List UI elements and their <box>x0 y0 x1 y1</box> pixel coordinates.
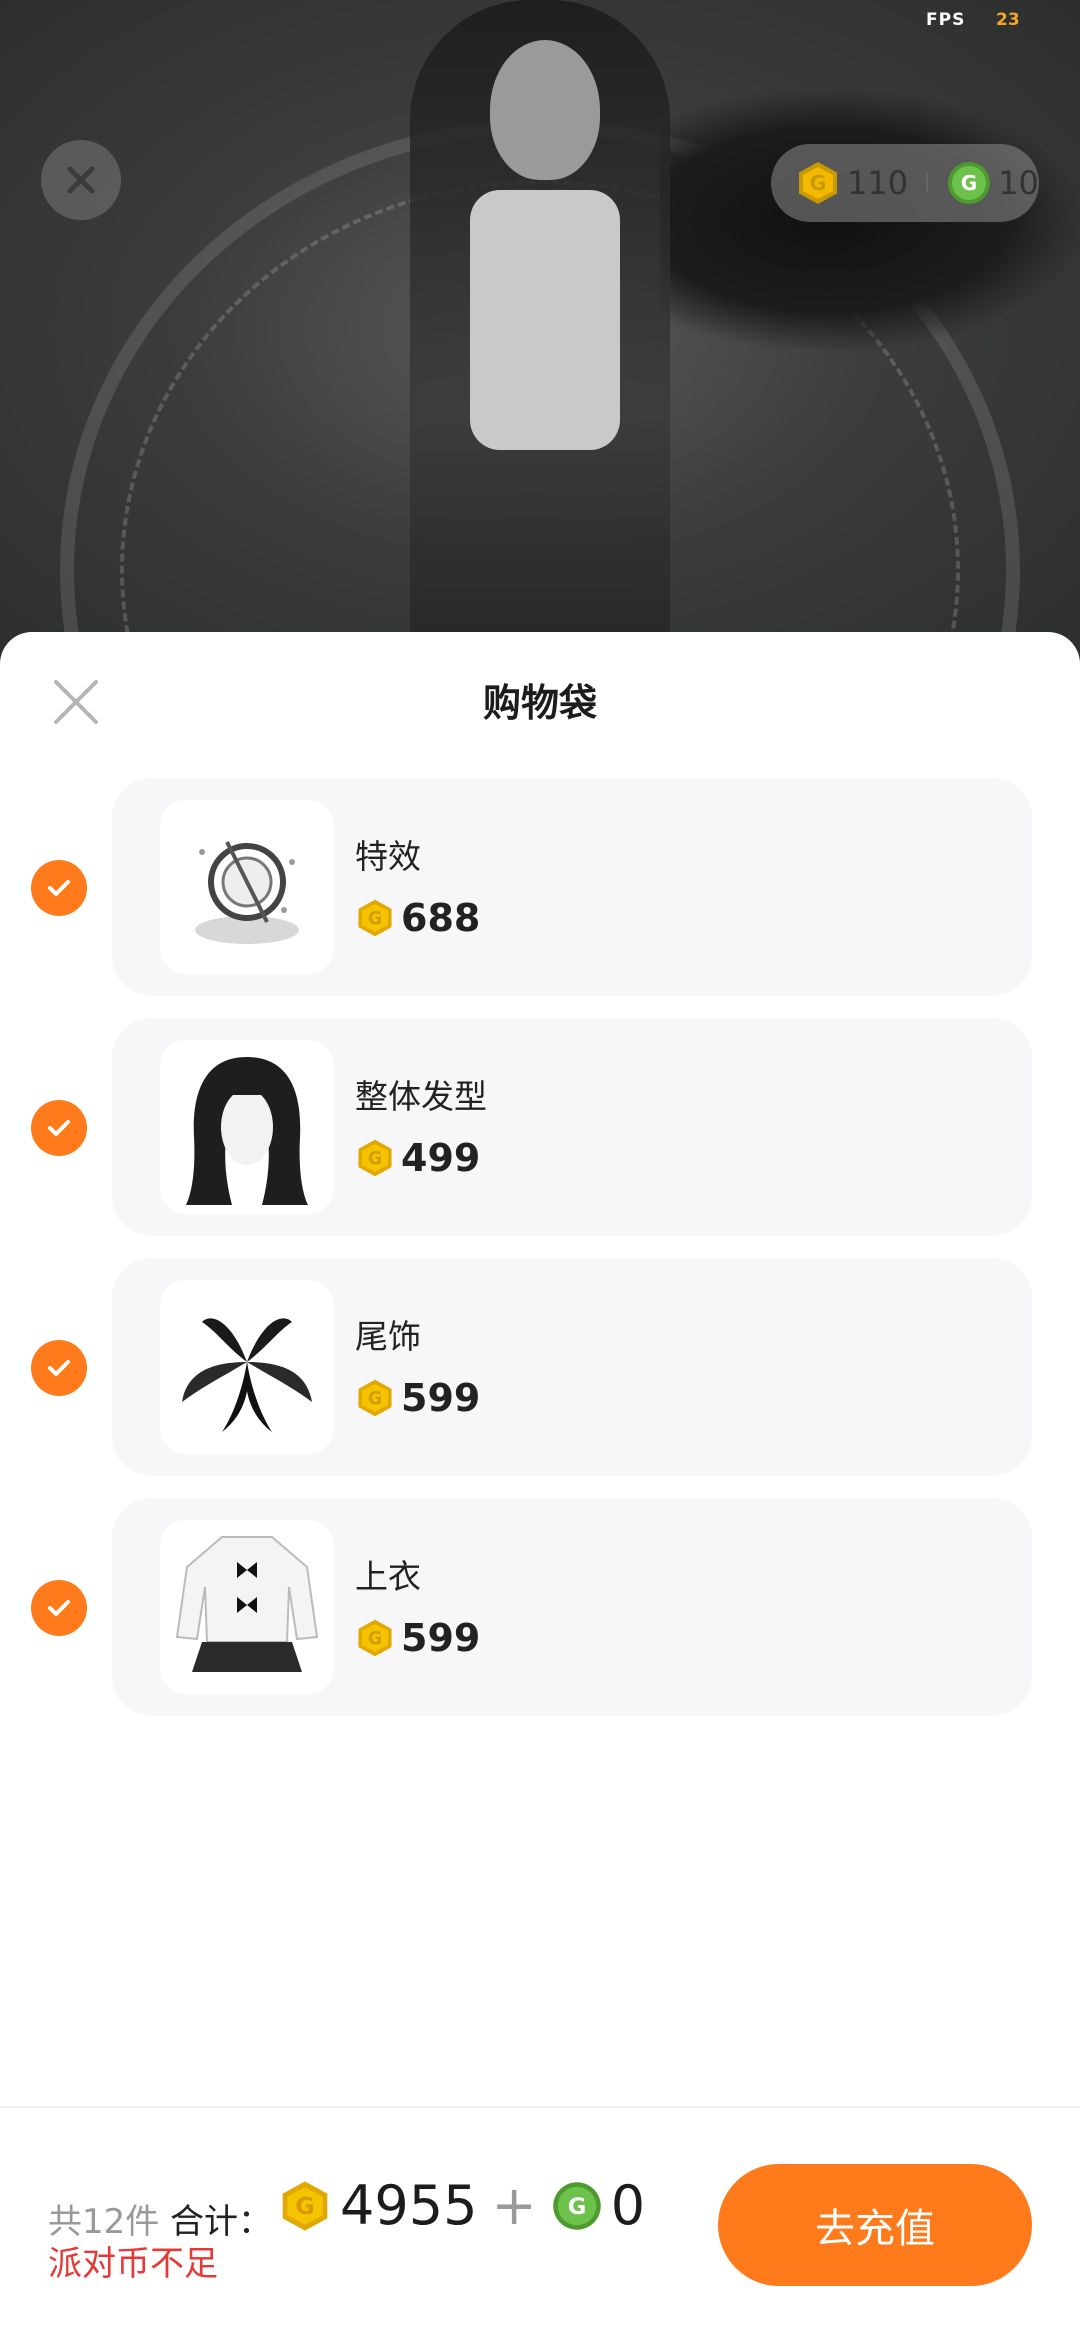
item-price-value: 599 <box>401 1616 481 1660</box>
green-coin-icon: G <box>552 2181 601 2230</box>
svg-text:G: G <box>368 909 382 929</box>
item-checkbox[interactable] <box>31 1340 87 1396</box>
close-preview-button[interactable] <box>41 140 121 220</box>
total-amount: G 4955 + G 0 <box>278 2174 645 2237</box>
svg-text:G: G <box>567 2193 586 2219</box>
item-name: 上衣 <box>355 1557 421 1596</box>
svg-text:G: G <box>368 1389 382 1409</box>
item-card[interactable]: 尾饰 G 599 <box>112 1258 1032 1476</box>
item-name: 尾饰 <box>355 1317 421 1356</box>
item-price-value: 599 <box>401 1376 481 1420</box>
svg-text:G: G <box>368 1149 382 1169</box>
item-price: G 499 <box>355 1136 480 1180</box>
checkmark-icon <box>48 1360 70 1376</box>
green-total: 0 <box>610 2174 646 2237</box>
wallet-balance[interactable]: G 110 G 10 <box>771 144 1039 222</box>
checkmark-icon <box>48 1120 70 1136</box>
cart-item: 上衣 G 599 <box>0 1498 1080 1718</box>
fps-value: 23 <box>996 10 1020 30</box>
divider <box>926 173 929 193</box>
fps-label: FPS <box>926 10 966 30</box>
svg-text:G: G <box>368 1629 382 1649</box>
gold-coin-icon: G <box>358 1139 392 1177</box>
item-price: G 688 <box>355 896 480 940</box>
item-card[interactable]: 特效 G 688 <box>112 778 1032 996</box>
gold-total: 4955 <box>340 2174 478 2237</box>
item-thumbnail <box>160 800 334 974</box>
gold-coin-icon: G <box>799 162 837 204</box>
cart-list[interactable]: 特效 G 688 整体发型 G 499 尾饰 G 599 上衣 G 599 <box>0 778 1080 1738</box>
gold-coin-icon: G <box>358 899 392 937</box>
effect-orb-icon <box>195 841 299 944</box>
svg-text:G: G <box>961 171 977 195</box>
cart-item: 尾饰 G 599 <box>0 1258 1080 1478</box>
gold-balance: 110 <box>847 164 909 202</box>
item-checkbox[interactable] <box>31 860 87 916</box>
item-thumbnail <box>160 1280 334 1454</box>
cart-item: 整体发型 G 499 <box>0 1018 1080 1238</box>
item-price-value: 688 <box>401 896 481 940</box>
avatar-shirt <box>470 190 620 450</box>
gold-coin-icon: G <box>282 2180 328 2231</box>
green-coin-icon: G <box>948 162 991 204</box>
item-name: 整体发型 <box>355 1077 487 1116</box>
avatar-face <box>490 40 600 180</box>
item-checkbox[interactable] <box>31 1580 87 1636</box>
gold-coin-icon: G <box>358 1619 392 1657</box>
insufficient-coins-warning: 派对币不足 <box>48 2244 218 2284</box>
shopping-bag-sheet: 购物袋 特效 G 688 整体发型 G 499 尾饰 G 599 上衣 G 59… <box>0 632 1080 2340</box>
item-name: 特效 <box>355 837 421 876</box>
gold-coin-icon: G <box>358 1379 392 1417</box>
checkout-bar: 共12件 合计： G 4955 + G 0 派对币不足 去充值 <box>0 2106 1080 2340</box>
item-checkbox[interactable] <box>31 1100 87 1156</box>
checkmark-icon <box>48 1600 70 1616</box>
sheet-title: 购物袋 <box>482 681 597 725</box>
close-icon <box>67 166 95 194</box>
green-balance: 10 <box>998 164 1039 202</box>
plus-sign: + <box>491 2174 537 2237</box>
tail-ornament-icon <box>182 1318 312 1432</box>
svg-text:G: G <box>810 171 826 195</box>
item-card[interactable]: 上衣 G 599 <box>112 1498 1032 1716</box>
item-price: G 599 <box>355 1376 480 1420</box>
item-thumbnail <box>160 1040 334 1214</box>
cart-item: 特效 G 688 <box>0 778 1080 998</box>
item-price-value: 499 <box>401 1136 481 1180</box>
checkmark-icon <box>48 880 70 896</box>
shirt-icon <box>175 1536 319 1672</box>
avatar-scene <box>0 0 1080 680</box>
recharge-button[interactable]: 去充值 <box>718 2164 1032 2286</box>
hair-icon <box>186 1057 308 1205</box>
item-price: G 599 <box>355 1616 480 1660</box>
item-card[interactable]: 整体发型 G 499 <box>112 1018 1032 1236</box>
svg-text:G: G <box>295 2192 314 2220</box>
item-thumbnail <box>160 1520 334 1694</box>
